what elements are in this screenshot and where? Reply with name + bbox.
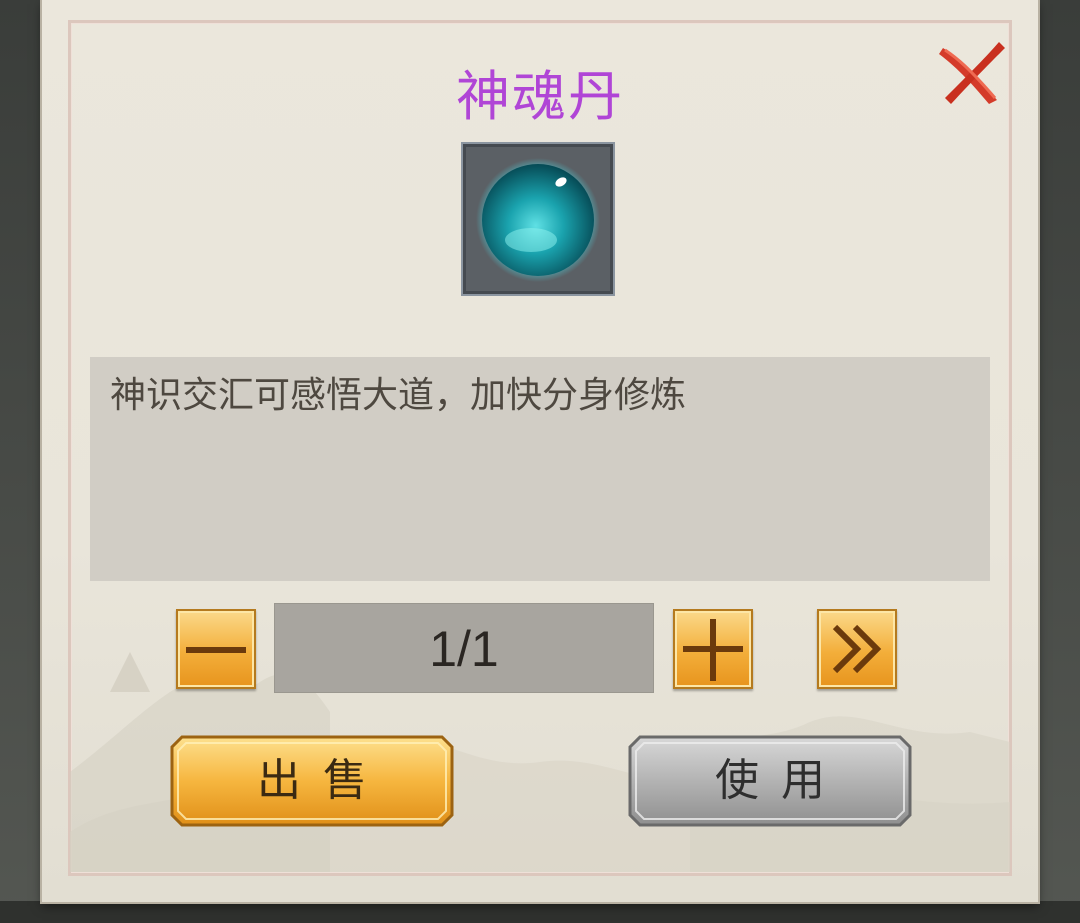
background-bottom — [0, 901, 1080, 923]
sell-button-label: 出售 — [257, 755, 389, 806]
background-right — [1038, 0, 1080, 923]
double-chevron-right-icon — [832, 624, 882, 674]
item-title: 神魂丹 — [456, 65, 624, 128]
max-quantity-button[interactable] — [817, 609, 897, 689]
quantity-display: 1/1 — [274, 603, 654, 693]
item-dialog: 神魂丹 神识交汇可感悟大道，加快分身修炼 1/1 出售 使用 — [42, 0, 1038, 902]
close-x-icon — [939, 42, 1005, 104]
decrease-quantity-button[interactable] — [176, 609, 256, 689]
item-icon-slot — [461, 142, 615, 296]
use-button-label: 使用 — [715, 755, 847, 806]
item-description-box: 神识交汇可感悟大道，加快分身修炼 — [90, 357, 990, 581]
sell-button[interactable]: 出售 — [168, 733, 456, 829]
close-button[interactable] — [935, 36, 1009, 110]
teal-orb-icon — [476, 158, 600, 282]
plus-icon — [683, 619, 743, 681]
background-left — [0, 0, 42, 923]
increase-quantity-button[interactable] — [673, 609, 753, 689]
item-description: 神识交汇可感悟大道，加快分身修炼 — [110, 375, 687, 416]
minus-icon — [186, 647, 246, 653]
use-button[interactable]: 使用 — [626, 733, 914, 829]
